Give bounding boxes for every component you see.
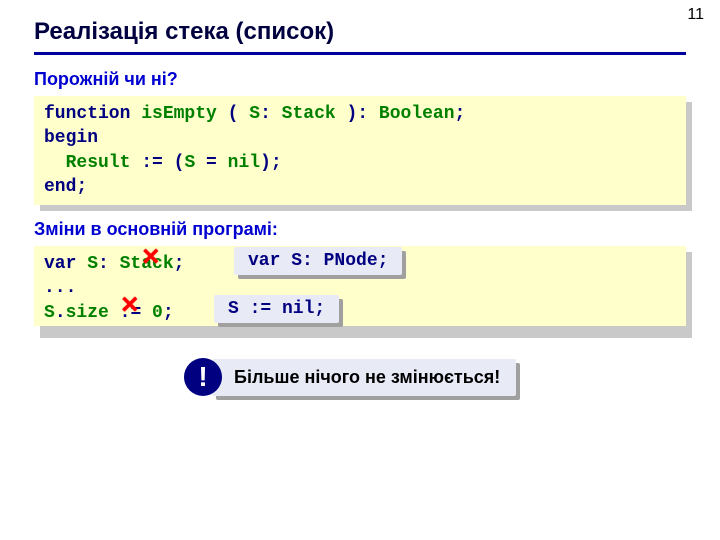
code-content-1: function isEmpty ( S: Stack ): Boolean; …	[34, 96, 686, 205]
exclamation-icon: !	[184, 358, 222, 396]
pn: =	[206, 153, 217, 173]
kw: end	[44, 177, 76, 197]
section-heading-2: Зміни в основній програмі:	[34, 219, 686, 240]
pn: ;	[455, 104, 466, 124]
slide-title: Реалізація стека (список)	[34, 18, 686, 55]
slide: 11 Реалізація стека (список) Порожній чи…	[0, 0, 720, 540]
pn: (	[228, 104, 239, 124]
id: isEmpty	[130, 104, 227, 124]
kw: var	[44, 254, 76, 274]
id: S	[44, 303, 55, 323]
callout-s-nil: S := nil;	[214, 295, 339, 323]
pn: := (	[141, 153, 184, 173]
page-number: 11	[687, 6, 704, 24]
pn: ):	[347, 104, 369, 124]
id: nil	[217, 153, 260, 173]
cross-icon: ×	[142, 242, 160, 272]
id: Stack	[271, 104, 347, 124]
pn: ;	[163, 303, 174, 323]
id: size	[66, 303, 120, 323]
id: S	[238, 104, 260, 124]
pn: ;	[174, 254, 185, 274]
code-block-2: var S: Stack; ... S.size := 0; var S: PN…	[34, 246, 686, 332]
pn: .	[55, 303, 66, 323]
pn: ;	[76, 177, 87, 197]
section-heading-1: Порожній чи ні?	[34, 69, 686, 90]
kw: function	[44, 104, 130, 124]
pn: :	[260, 104, 271, 124]
note-row: ! Більше нічого не змінюється!	[184, 358, 686, 396]
callout-var-pnode: var S: PNode;	[234, 247, 402, 275]
cross-icon: ×	[121, 290, 139, 320]
id: Boolean	[368, 104, 454, 124]
id: S	[76, 254, 98, 274]
note-box: Більше нічого не змінюється!	[212, 359, 516, 396]
pn: :	[98, 254, 109, 274]
id: Result	[44, 153, 141, 173]
kw: begin	[44, 128, 98, 148]
id: S	[184, 153, 206, 173]
ell: ...	[44, 278, 76, 298]
lit: 0	[141, 303, 163, 323]
code-block-1: function isEmpty ( S: Stack ): Boolean; …	[34, 96, 686, 205]
pn: );	[260, 153, 282, 173]
